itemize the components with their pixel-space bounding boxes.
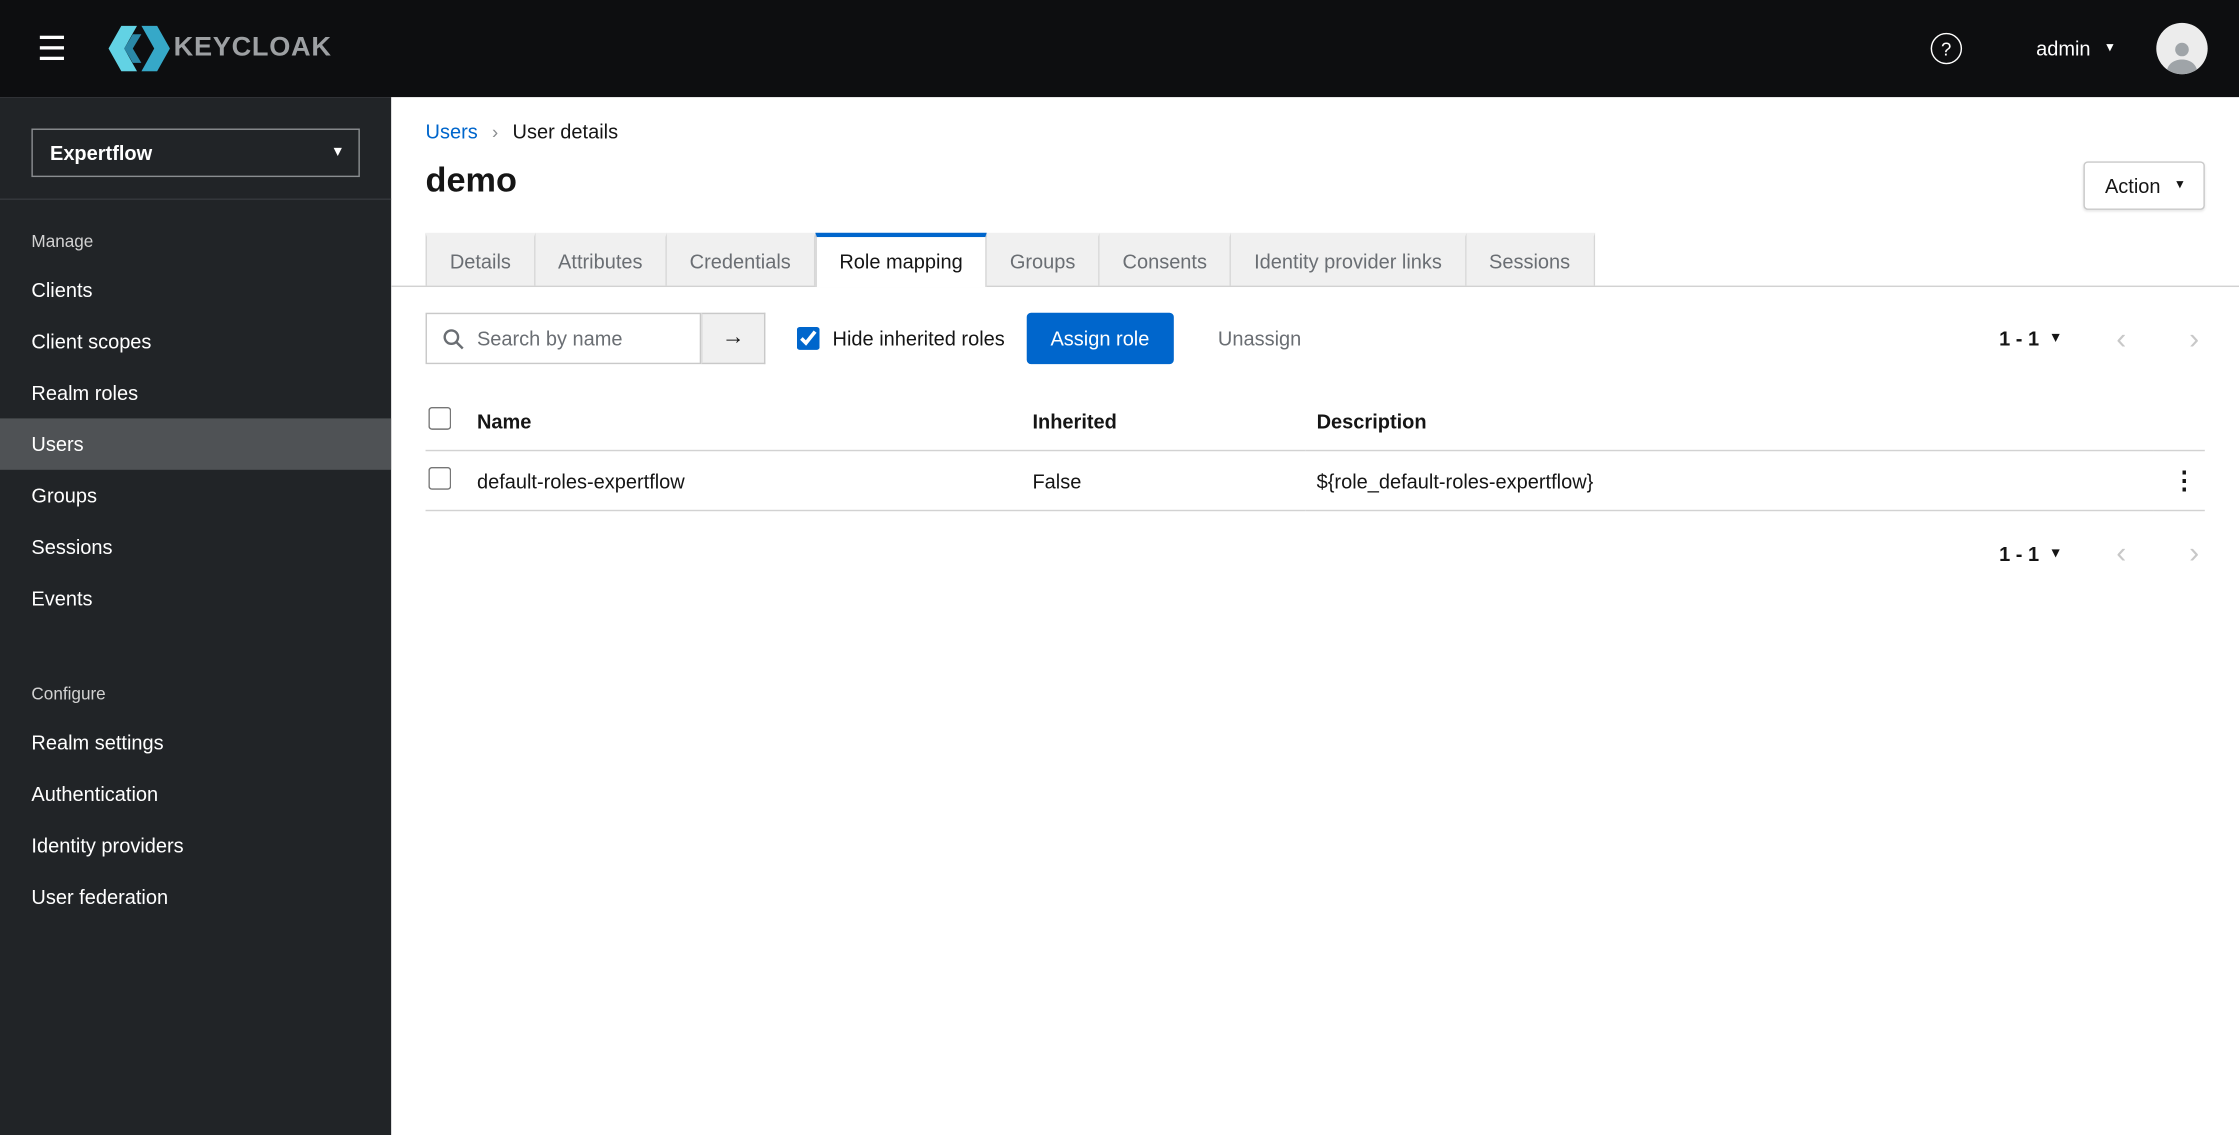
chevron-right-icon: › — [2189, 322, 2200, 355]
tab-identity-provider-links[interactable]: Identity provider links — [1231, 232, 1467, 286]
column-header-inherited: Inherited — [1021, 391, 1306, 452]
sidebar-nav: Manage Clients Client scopes Realm roles… — [0, 200, 392, 923]
help-button[interactable]: ? — [1930, 32, 1962, 65]
tab-role-mapping[interactable]: Role mapping — [815, 232, 987, 288]
tab-details[interactable]: Details — [425, 232, 536, 286]
username: admin — [2036, 37, 2091, 60]
assign-role-button[interactable]: Assign role — [1026, 312, 1174, 365]
nav-group-label-configure: Configure — [31, 684, 106, 705]
sidebar-item-client-scopes[interactable]: Client scopes — [0, 316, 391, 367]
page-title: demo — [425, 161, 517, 200]
row-kebab-button[interactable]: ⋮ — [2166, 468, 2202, 492]
brand: KEYCLOAK — [104, 25, 332, 72]
pagination-bottom-menu-toggle[interactable]: 1 - 1 ▾ — [1999, 542, 2059, 565]
sidebar-item-sessions[interactable]: Sessions — [0, 521, 391, 572]
pagination-bottom-next-button[interactable]: › — [2183, 536, 2204, 572]
hide-inherited-group: Hide inherited roles — [796, 327, 1005, 350]
pagination-menu-toggle[interactable]: 1 - 1 ▾ — [1999, 327, 2059, 350]
page-header: demo Action ▾ — [426, 161, 2205, 210]
pagination-prev-button[interactable]: ‹ — [2111, 321, 2132, 357]
breadcrumb: Users › User details — [426, 120, 2205, 143]
action-button-label: Action — [2104, 174, 2161, 198]
breadcrumb-separator-icon: › — [492, 120, 499, 143]
chevron-down-icon: ▾ — [2051, 544, 2060, 561]
row-checkbox[interactable] — [428, 466, 452, 490]
unassign-button[interactable]: Unassign — [1218, 327, 1301, 350]
chevron-left-icon: ‹ — [2116, 322, 2127, 355]
masthead-right: ? admin ▾ — [1930, 22, 2239, 75]
nav-group-configure: Configure Realm settings Authentication … — [0, 661, 391, 922]
chevron-down-icon: ▾ — [334, 144, 342, 160]
table-row: default-roles-expertflow False ${role_de… — [425, 450, 2205, 512]
action-button[interactable]: Action ▾ — [2083, 161, 2205, 210]
pagination-range: 1 - 1 — [1999, 541, 2040, 565]
search-input[interactable] — [476, 327, 689, 350]
kebab-icon: ⋮ — [2171, 466, 2197, 495]
toolbar: → Hide inherited roles Assign role Unass… — [425, 312, 2205, 365]
tab-sessions[interactable]: Sessions — [1466, 232, 1595, 286]
sidebar-item-clients[interactable]: Clients — [0, 264, 391, 315]
sidebar-item-user-federation[interactable]: User federation — [0, 871, 391, 922]
realm-selector-value: Expertflow — [49, 141, 153, 165]
role-description-cell: ${role_default-roles-expertflow} — [1305, 450, 2154, 512]
pagination-range: 1 - 1 — [1999, 327, 2040, 350]
sidebar-item-identity-providers[interactable]: Identity providers — [0, 820, 391, 871]
main-content: Users › User details demo Action ▾ Detai… — [391, 97, 2239, 1135]
sidebar-toggle-button[interactable]: ☰ — [0, 29, 67, 67]
sidebar-item-authentication[interactable]: Authentication — [0, 768, 391, 819]
tab-attributes[interactable]: Attributes — [535, 232, 667, 286]
hide-inherited-label[interactable]: Hide inherited roles — [833, 327, 1005, 350]
tab-bar: Details Attributes Credentials Role mapp… — [391, 232, 2239, 288]
pagination-next-button[interactable]: › — [2183, 321, 2204, 357]
user-menu[interactable]: admin ▾ — [2036, 37, 2113, 60]
sidebar-item-realm-roles[interactable]: Realm roles — [0, 367, 391, 418]
chevron-left-icon: ‹ — [2116, 536, 2127, 570]
realm-selector-wrap: Expertflow ▾ — [0, 97, 392, 200]
search-submit-button[interactable]: → — [701, 312, 766, 365]
keycloak-logo-icon — [104, 25, 170, 72]
realm-selector[interactable]: Expertflow ▾ — [31, 128, 360, 178]
sidebar-item-events[interactable]: Events — [0, 573, 391, 624]
search-group: → — [425, 312, 766, 365]
sidebar: Expertflow ▾ Manage Clients Client scope… — [0, 97, 392, 1135]
question-icon: ? — [1940, 37, 1952, 60]
hide-inherited-checkbox[interactable] — [796, 327, 820, 350]
brand-text: KEYCLOAK — [173, 32, 332, 63]
role-name-cell: default-roles-expertflow — [465, 450, 1022, 512]
select-all-checkbox[interactable] — [428, 406, 452, 430]
nav-group-label-manage: Manage — [31, 231, 94, 252]
masthead: ☰ KEYCLOAK ? admin ▾ — [0, 0, 2239, 98]
pagination-bottom: 1 - 1 ▾ ‹ › — [426, 536, 2205, 572]
hamburger-icon: ☰ — [37, 29, 67, 67]
chevron-down-icon: ▾ — [2051, 329, 2060, 346]
tab-credentials[interactable]: Credentials — [666, 232, 816, 286]
chevron-down-icon: ▾ — [2176, 177, 2184, 193]
sidebar-item-groups[interactable]: Groups — [0, 470, 391, 521]
pagination-bottom-prev-button[interactable]: ‹ — [2111, 536, 2132, 572]
tab-groups[interactable]: Groups — [986, 232, 1100, 286]
column-header-actions — [2153, 391, 2205, 452]
chevron-right-icon: › — [2189, 536, 2200, 570]
table-header-row: Name Inherited Description — [425, 391, 2205, 452]
keycloak-admin-console: ☰ KEYCLOAK ? admin ▾ Expertflow ▾ Manage… — [0, 0, 2239, 1135]
person-icon — [2166, 42, 2198, 75]
search-box — [425, 312, 702, 365]
breadcrumb-link-users[interactable]: Users — [426, 120, 478, 143]
avatar[interactable] — [2156, 22, 2208, 75]
pagination-top: 1 - 1 ▾ ‹ › — [1999, 321, 2205, 357]
tab-consents[interactable]: Consents — [1099, 232, 1232, 286]
role-mapping-table: Name Inherited Description default-roles… — [425, 391, 2205, 512]
arrow-right-icon: → — [721, 325, 745, 350]
chevron-down-icon: ▾ — [2106, 39, 2114, 56]
role-inherited-cell: False — [1021, 450, 1306, 512]
search-icon — [443, 328, 464, 349]
column-header-description: Description — [1305, 391, 2154, 452]
sidebar-item-realm-settings[interactable]: Realm settings — [0, 717, 391, 768]
nav-group-manage: Manage Clients Client scopes Realm roles… — [0, 208, 392, 624]
sidebar-item-users[interactable]: Users — [0, 418, 392, 470]
breadcrumb-current: User details — [512, 119, 619, 143]
column-header-name: Name — [465, 391, 1022, 452]
